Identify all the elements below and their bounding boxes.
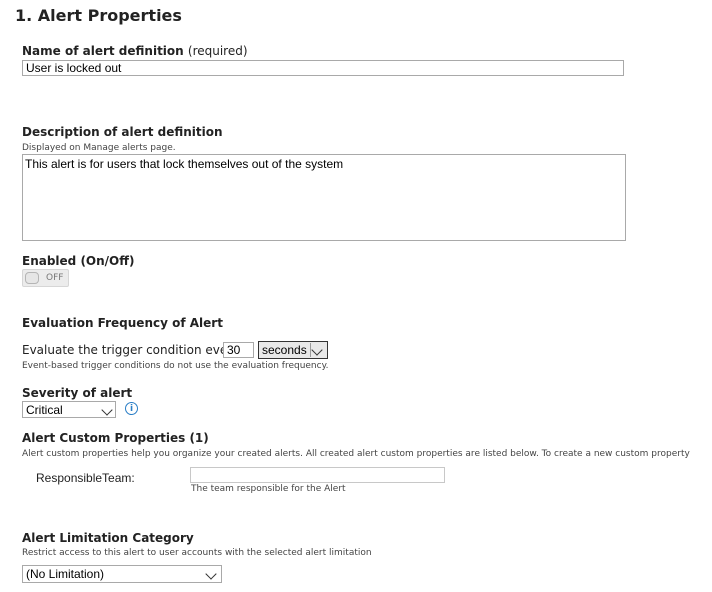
- chevron-down-icon: [205, 568, 217, 580]
- alert-name-input[interactable]: [22, 60, 624, 76]
- limitation-label: Alert Limitation Category: [22, 531, 194, 545]
- name-label-text: Name of alert definition: [22, 44, 184, 58]
- evaluation-hint: Event-based trigger conditions do not us…: [22, 361, 329, 371]
- toggle-knob: [25, 272, 39, 284]
- chevron-down-icon: [101, 404, 113, 416]
- interval-unit-select[interactable]: seconds: [258, 341, 328, 359]
- interval-unit-value: seconds: [262, 343, 307, 357]
- evaluation-prefix: Evaluate the trigger condition every: [22, 343, 240, 357]
- toggle-state-text: OFF: [46, 273, 64, 283]
- info-icon[interactable]: i: [125, 402, 138, 415]
- custom-property-hint: The team responsible for the Alert: [191, 484, 346, 494]
- description-textarea[interactable]: This alert is for users that lock themse…: [22, 154, 626, 241]
- custom-properties-label: Alert Custom Properties (1): [22, 431, 209, 445]
- limitation-select[interactable]: (No Limitation): [22, 565, 222, 583]
- enabled-toggle[interactable]: OFF: [22, 269, 69, 287]
- section-title: 1. Alert Properties: [15, 6, 182, 25]
- interval-input[interactable]: [223, 342, 254, 358]
- custom-properties-hint: Alert custom properties help you organiz…: [22, 449, 690, 459]
- limitation-value: (No Limitation): [26, 567, 105, 581]
- description-hint: Displayed on Manage alerts page.: [22, 143, 176, 153]
- evaluation-label: Evaluation Frequency of Alert: [22, 316, 223, 330]
- name-label: Name of alert definition (required): [22, 44, 248, 58]
- limitation-hint: Restrict access to this alert to user ac…: [22, 548, 372, 558]
- responsible-team-input[interactable]: [190, 467, 445, 483]
- description-label: Description of alert definition: [22, 125, 223, 139]
- severity-label: Severity of alert: [22, 386, 133, 400]
- enabled-label: Enabled (On/Off): [22, 254, 135, 268]
- custom-property-name: ResponsibleTeam:: [36, 471, 135, 485]
- required-note: (required): [187, 44, 248, 58]
- severity-select[interactable]: Critical: [22, 401, 116, 418]
- severity-value: Critical: [26, 403, 63, 417]
